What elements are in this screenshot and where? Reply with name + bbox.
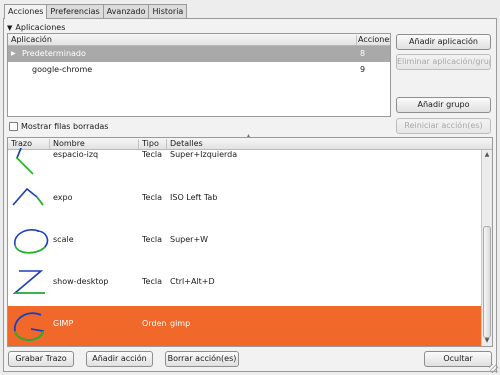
hide-button[interactable]: Ocultar bbox=[424, 351, 492, 367]
stroke-icon bbox=[16, 148, 34, 175]
actions-table-header: Trazo Nombre Tipo Detalles bbox=[8, 138, 492, 150]
app-row-predeterminado[interactable]: ▶ Predeterminado 8 bbox=[8, 46, 390, 62]
tab-acciones[interactable]: Acciones bbox=[4, 4, 48, 19]
tab-avanzado[interactable]: Avanzado bbox=[102, 4, 150, 18]
action-details: ISO Left Tab bbox=[170, 193, 218, 202]
app-name: Predeterminado bbox=[22, 49, 86, 58]
action-name: scale bbox=[53, 235, 74, 244]
tab-historia[interactable]: Historia bbox=[148, 4, 188, 18]
action-row-expo[interactable]: expo Tecla ISO Left Tab bbox=[8, 180, 482, 222]
app-action-count: 8 bbox=[360, 49, 366, 58]
action-name: espacio-izq bbox=[53, 150, 99, 159]
action-type: Tecla bbox=[142, 193, 162, 202]
app-row-google-chrome[interactable]: google-chrome 9 bbox=[8, 62, 390, 78]
action-name: GIMP bbox=[53, 319, 74, 328]
column-header-type[interactable]: Tipo bbox=[142, 138, 159, 149]
show-deleted-label: Mostrar filas borradas bbox=[21, 122, 109, 131]
action-details: Super+Izquierda bbox=[170, 150, 238, 159]
expander-label: Aplicaciones bbox=[15, 23, 66, 32]
app-action-count: 9 bbox=[360, 65, 366, 74]
record-stroke-button[interactable]: Grabar Trazo bbox=[8, 351, 74, 367]
column-header-name[interactable]: Nombre bbox=[53, 138, 85, 149]
remove-application-button[interactable]: Eliminar aplicación/grupo bbox=[396, 54, 491, 70]
column-header-application[interactable]: Aplicación bbox=[11, 34, 52, 45]
action-details: Ctrl+Alt+D bbox=[170, 277, 215, 286]
action-row-gimp[interactable]: GIMP Orden gimp bbox=[8, 306, 482, 346]
actions-scrollbar[interactable]: ▲ ▼ bbox=[481, 150, 492, 346]
show-deleted-checkbox[interactable] bbox=[9, 122, 18, 131]
actions-table: Trazo Nombre Tipo Detalles espacio-izq T… bbox=[7, 137, 493, 347]
action-details: Super+W bbox=[170, 235, 209, 244]
applications-table: Aplicación Acciones ▶ Predeterminado 8 g… bbox=[7, 33, 391, 117]
action-type: Tecla bbox=[142, 277, 162, 286]
column-header-actions[interactable]: Acciones bbox=[358, 34, 390, 45]
action-row-scale[interactable]: scale Tecla Super+W bbox=[8, 222, 482, 264]
action-type: Tecla bbox=[142, 235, 162, 244]
action-row-espacio-izq[interactable]: espacio-izq Tecla Super+Izquierda bbox=[8, 148, 482, 180]
tab-preferencias[interactable]: Preferencias bbox=[46, 4, 104, 18]
expander-arrow-icon: ▼ bbox=[7, 24, 13, 32]
app-name: google-chrome bbox=[32, 65, 93, 74]
reset-action-button[interactable]: Reiniciar acción(es) bbox=[396, 118, 491, 134]
column-header-details[interactable]: Detalles bbox=[170, 138, 203, 149]
scroll-down-icon[interactable]: ▼ bbox=[482, 337, 492, 345]
action-row-show-desktop[interactable]: show-desktop Tecla Ctrl+Alt+D bbox=[8, 264, 482, 306]
stroke-icon bbox=[14, 229, 49, 254]
action-name: expo bbox=[53, 193, 73, 202]
scrollbar-thumb[interactable] bbox=[483, 226, 491, 338]
add-action-button[interactable]: Añadir acción bbox=[86, 351, 153, 367]
stroke-icon bbox=[12, 270, 45, 294]
expand-arrow-icon[interactable]: ▶ bbox=[11, 46, 16, 62]
delete-action-button[interactable]: Borrar acción(es) bbox=[165, 351, 239, 367]
action-type: Tecla bbox=[142, 150, 162, 159]
stroke-icon bbox=[14, 312, 45, 341]
action-details: gimp bbox=[170, 319, 191, 328]
action-name: show-desktop bbox=[53, 277, 109, 286]
stroke-icon bbox=[12, 187, 44, 206]
action-type: Orden bbox=[142, 319, 167, 328]
applications-expander[interactable]: ▼ Aplicaciones bbox=[7, 23, 65, 33]
scroll-up-icon[interactable]: ▲ bbox=[482, 151, 492, 159]
resize-grip-icon[interactable] bbox=[489, 364, 498, 373]
tab-bar: Acciones Preferencias Avanzado Historia bbox=[4, 4, 188, 19]
add-application-button[interactable]: Añadir aplicación bbox=[396, 34, 491, 50]
applications-table-header: Aplicación Acciones bbox=[8, 34, 390, 46]
add-group-button[interactable]: Añadir grupo bbox=[396, 97, 491, 113]
